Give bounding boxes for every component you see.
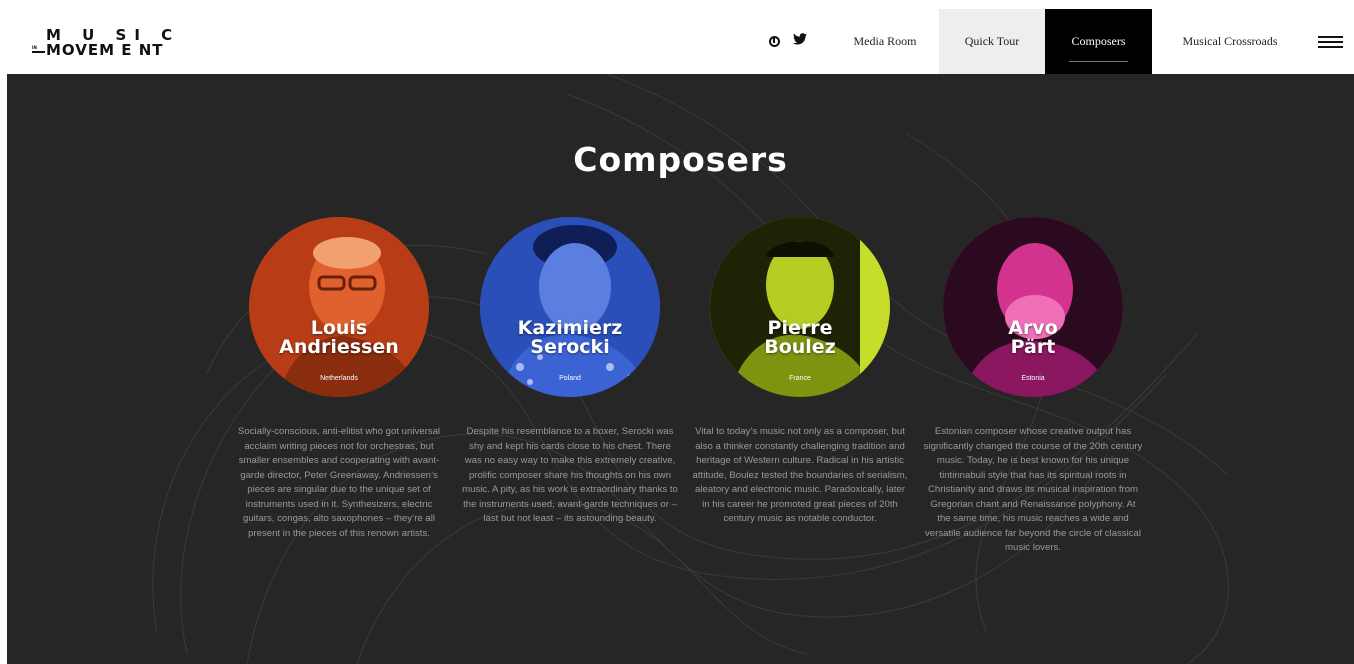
composers-section: Composers Louis Andriessen Netherlands So…	[7, 74, 1354, 664]
nav-media-room-label: Media Room	[853, 34, 917, 48]
logo-small-text: IN	[32, 45, 37, 50]
composer-name: Pierre Boulez	[710, 319, 890, 357]
composer-card-serocki[interactable]: Kazimierz Serocki Poland Despite his rese…	[450, 217, 690, 527]
instagram-icon[interactable]	[769, 36, 780, 47]
composer-description: Despite his resemblance to a boxer, Sero…	[462, 426, 678, 524]
composer-card-part[interactable]: Arvo Pärt Estonia Estonian composer whose…	[913, 217, 1153, 556]
composer-last-name: Serocki	[530, 336, 610, 358]
nav-composers[interactable]: Composers	[1045, 9, 1152, 74]
portrait-image	[943, 217, 1123, 397]
hamburger-menu-icon[interactable]	[1318, 36, 1343, 48]
composer-name: Louis Andriessen	[249, 319, 429, 357]
composer-card-boulez[interactable]: Pierre Boulez France Vital to today’s mus…	[680, 217, 920, 527]
portrait-image	[710, 217, 890, 397]
composer-country: Netherlands	[320, 375, 358, 382]
composer-description: Estonian composer whose creative output …	[923, 426, 1143, 553]
composer-country: France	[789, 375, 811, 382]
site-header: M U SI C IN MOVEM E NT Media Room Quick …	[0, 0, 1354, 74]
composer-portrait[interactable]: Louis Andriessen Netherlands	[249, 217, 429, 397]
nav-media-room[interactable]: Media Room	[838, 9, 932, 74]
twitter-icon[interactable]	[793, 32, 807, 48]
composer-portrait[interactable]: Kazimierz Serocki Poland	[480, 217, 660, 397]
composer-portrait[interactable]: Arvo Pärt Estonia	[943, 217, 1123, 397]
composer-name: Kazimierz Serocki	[480, 319, 660, 357]
logo-line-2: MOVEM E NT	[46, 41, 164, 59]
composer-last-name: Pärt	[1010, 336, 1056, 358]
nav-composers-label: Composers	[1071, 34, 1126, 48]
site-logo[interactable]: M U SI C IN MOVEM E NT	[32, 26, 172, 62]
nav-musical-crossroads-label: Musical Crossroads	[1182, 34, 1278, 48]
nav-musical-crossroads[interactable]: Musical Crossroads	[1156, 9, 1304, 74]
composer-last-name: Boulez	[764, 336, 836, 358]
composer-description: Socially-conscious, anti-elitist who got…	[237, 426, 441, 539]
page-title: Composers	[573, 140, 788, 179]
nav-quick-tour-label: Quick Tour	[964, 34, 1020, 48]
nav-quick-tour[interactable]: Quick Tour	[939, 9, 1045, 74]
composer-name: Arvo Pärt	[943, 319, 1123, 357]
portrait-image	[480, 217, 660, 397]
composer-description: Vital to today’s music not only as a com…	[692, 426, 908, 524]
logo-dash	[32, 51, 45, 53]
composer-card-andriessen[interactable]: Louis Andriessen Netherlands Socially-con…	[219, 217, 459, 541]
portrait-image	[249, 217, 429, 397]
composer-last-name: Andriessen	[279, 336, 399, 358]
composer-country: Poland	[559, 375, 581, 382]
composer-portrait[interactable]: Pierre Boulez France	[710, 217, 890, 397]
composer-country: Estonia	[1021, 375, 1045, 382]
active-underline	[1069, 61, 1128, 62]
